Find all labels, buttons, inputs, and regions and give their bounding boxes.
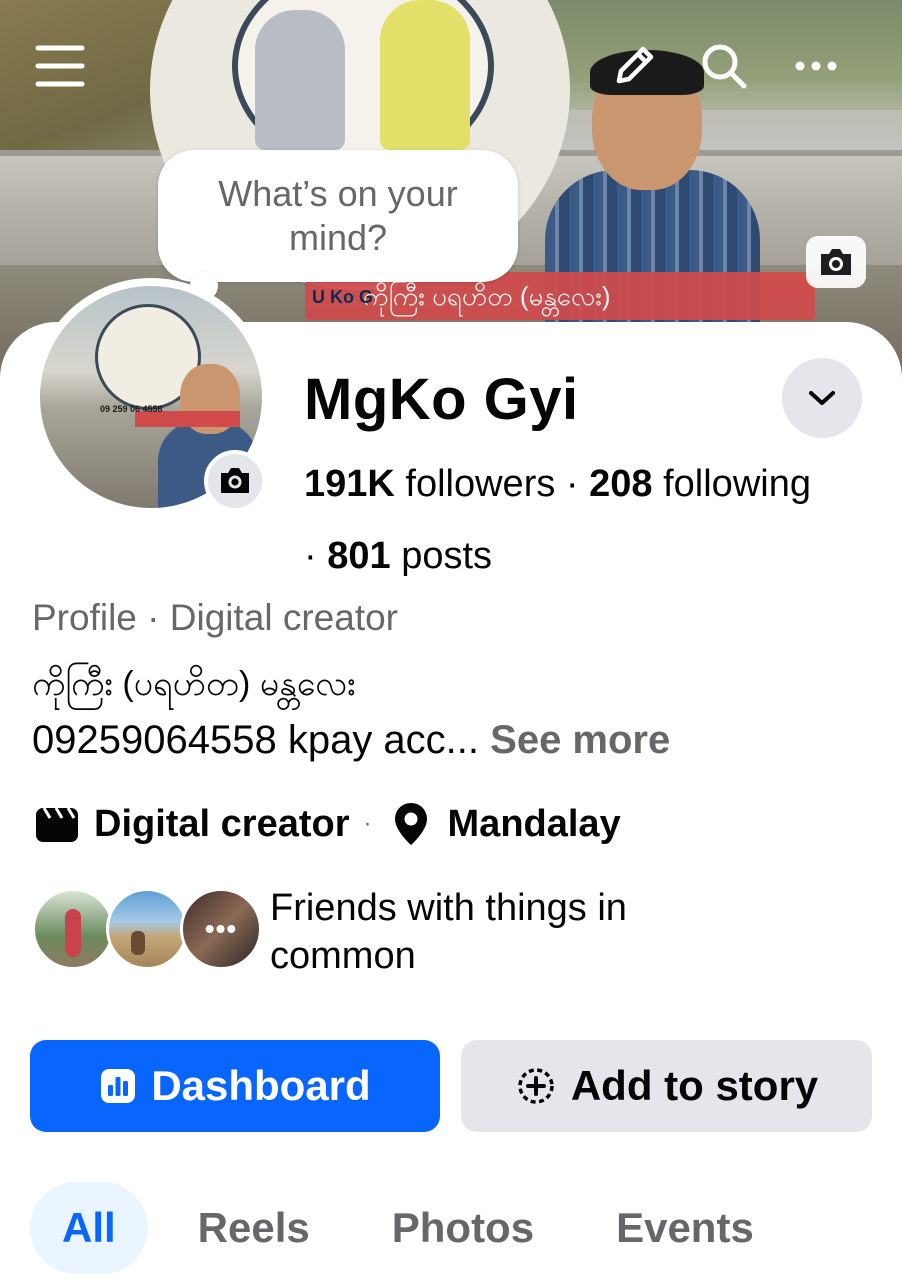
followers-label[interactable]: followers [405, 463, 555, 505]
profile-tabs: All Reels Photos Events [30, 1182, 804, 1274]
tab-all[interactable]: All [30, 1182, 148, 1274]
profile-switch-button[interactable] [782, 358, 862, 438]
creator-label: Digital creator [94, 802, 350, 845]
cover-banner-small: U Ko G [312, 287, 373, 307]
dashboard-label: Dashboard [151, 1062, 371, 1109]
whats-on-your-mind-bubble[interactable]: What’s on your mind? [158, 150, 518, 282]
see-more-link[interactable]: See more [490, 718, 670, 762]
more-icon[interactable] [786, 36, 846, 96]
profile-name: MgKo Gyi [304, 367, 579, 432]
bio-line-1: ကိုကြီး (ပရဟိတ) မန္တလေး [32, 665, 356, 703]
pencil-icon[interactable] [604, 36, 664, 96]
location-label[interactable]: Mandalay [448, 803, 621, 846]
stats-dot: · [565, 463, 579, 505]
camera-icon [821, 249, 851, 275]
tab-photos[interactable]: Photos [360, 1182, 566, 1274]
cover-camera-button[interactable] [806, 236, 866, 288]
friend-avatar[interactable] [32, 888, 114, 970]
cover-logo-figure-left [255, 10, 345, 150]
following-count[interactable]: 208 [589, 463, 652, 505]
add-to-story-button[interactable]: Add to story [461, 1040, 872, 1132]
bubble-text: What’s on your mind? [218, 173, 458, 258]
followers-count[interactable]: 191K [304, 463, 395, 505]
posts-label: posts [401, 535, 493, 577]
avatar-phone: 09 259 06 4558 [100, 404, 163, 414]
bio-line-2: 09259064558 kpay acc... See more [32, 712, 670, 768]
clapperboard-icon [32, 799, 82, 849]
bar-chart-icon [99, 1067, 137, 1105]
details-separator: · [363, 810, 372, 837]
tab-events[interactable]: Events [584, 1182, 786, 1274]
cover-logo-figure-right [380, 0, 470, 150]
friend-avatar[interactable] [106, 888, 188, 970]
following-label[interactable]: following [663, 463, 811, 505]
friends-text: Friends with things in common [270, 887, 627, 977]
stats-dot: · [304, 535, 317, 577]
search-icon[interactable] [694, 36, 754, 96]
bio-text: 09259064558 kpay acc... [32, 718, 480, 762]
tab-reels[interactable]: Reels [166, 1182, 342, 1274]
more-friends-dots: ••• [204, 913, 238, 944]
menu-icon[interactable] [30, 36, 90, 96]
profile-details: Digital creator · Mandalay [32, 796, 621, 852]
profile-category: Profile · Digital creator [32, 597, 399, 638]
chevron-down-icon [809, 391, 835, 405]
add-story-icon [515, 1065, 557, 1107]
camera-icon [221, 468, 249, 493]
avatar-camera-button[interactable] [204, 450, 266, 512]
dashboard-button[interactable]: Dashboard [30, 1040, 440, 1132]
friend-avatar[interactable]: ••• [180, 888, 262, 970]
posts-count: 801 [327, 535, 391, 577]
profile-stats: 191K followers · 208 following · 801 pos… [304, 448, 894, 592]
add-story-label: Add to story [570, 1062, 819, 1109]
location-pin-icon [386, 799, 436, 849]
